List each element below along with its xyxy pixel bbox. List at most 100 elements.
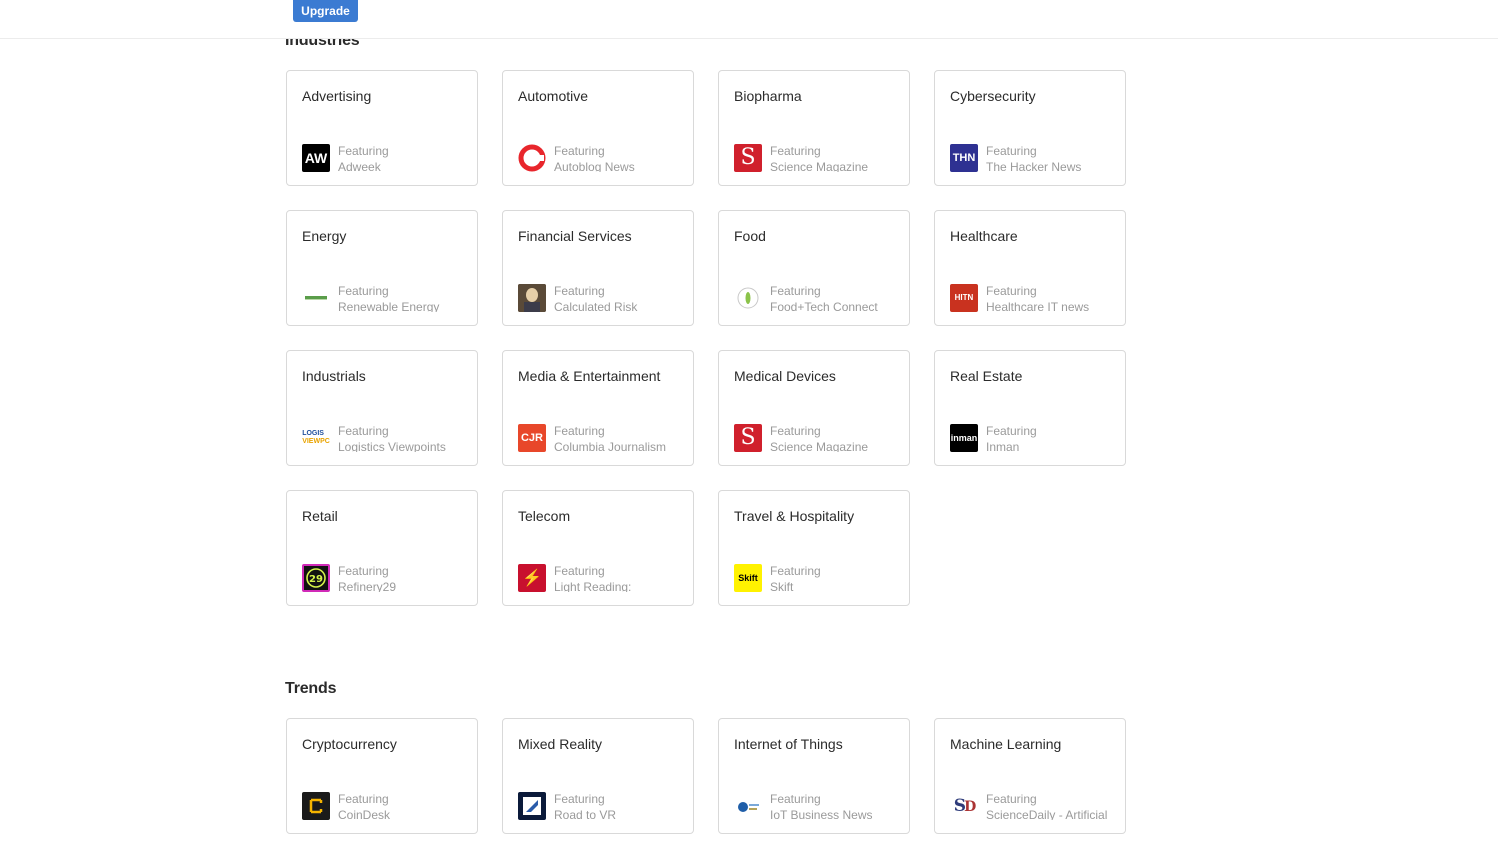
trends-section-title: Trends <box>285 680 337 697</box>
source-name: The Hacker News <box>986 160 1082 172</box>
category-card-travel-and-hospitality[interactable]: Travel & Hospitality Skift Featuring Skift <box>718 490 910 606</box>
featured-source: AW Featuring Adweek <box>302 143 478 172</box>
featured-source: Featuring Road to VR <box>518 791 694 820</box>
category-card-energy[interactable]: Energy Featuring Renewable Energy <box>286 210 478 326</box>
iot-business-news-logo-icon <box>734 791 762 820</box>
source-name: Logistics Viewpoints <box>338 440 446 452</box>
featuring-label: Featuring <box>338 284 389 298</box>
refinery29-logo-icon: 29 <box>302 563 330 592</box>
category-card-media-and-entertainment[interactable]: Media & Entertainment CJR Featuring Columbi… <box>502 350 694 466</box>
science-magazine-logo-icon: S <box>734 143 762 172</box>
category-card-telecom[interactable]: Telecom ⚡ Featuring Light Reading: <box>502 490 694 606</box>
source-name: IoT Business News <box>770 808 873 820</box>
category-card-food[interactable]: Food Featuring Food+Tech Connect <box>718 210 910 326</box>
category-card-cryptocurrency[interactable]: Cryptocurrency Featuring CoinDesk <box>286 718 478 834</box>
featured-source: Featuring CoinDesk <box>302 791 478 820</box>
inman-logo-icon: inman <box>950 423 978 452</box>
source-name: ScienceDaily - Artificial <box>986 808 1108 820</box>
source-name: Refinery29 <box>338 580 397 592</box>
featuring-label: Featuring <box>770 792 821 806</box>
card-title: Automotive <box>518 88 589 104</box>
card-title: Advertising <box>302 88 372 104</box>
source-name: Light Reading: <box>554 580 632 592</box>
card-title: Retail <box>302 508 338 524</box>
featuring-label: Featuring <box>338 144 389 158</box>
featuring-label: Featuring <box>770 424 821 438</box>
featuring-label: Featuring <box>770 284 821 298</box>
source-name: Healthcare IT news <box>986 300 1090 312</box>
category-card-internet-of-things[interactable]: Internet of Things Featuring IoT Business … <box>718 718 910 834</box>
featured-source: Skift Featuring Skift <box>734 563 910 592</box>
skift-logo-icon: Skift <box>734 563 762 592</box>
source-name: Science Magazine <box>770 160 869 172</box>
source-name: Skift <box>770 580 794 592</box>
autoblog-logo-icon <box>518 143 546 172</box>
featured-source: Featuring Calculated Risk <box>518 283 694 312</box>
featuring-label: Featuring <box>338 564 389 578</box>
calculated-risk-logo-icon <box>518 283 546 312</box>
featured-source: ⚡ Featuring Light Reading: <box>518 563 694 592</box>
featuring-label: Featuring <box>554 792 605 806</box>
category-card-industrials[interactable]: Industrials LOGIS VIEWPC Featuring Logistics… <box>286 350 478 466</box>
card-title: Medical Devices <box>734 368 836 384</box>
card-title: Internet of Things <box>734 736 843 752</box>
source-name: Adweek <box>338 160 381 172</box>
logistics-viewpoints-logo-icon: LOGIS VIEWPC <box>302 423 330 452</box>
card-title: Food <box>734 228 766 244</box>
source-name: Renewable Energy <box>338 300 440 312</box>
top-bar: Upgrade <box>0 0 1498 39</box>
source-name: Science Magazine <box>770 440 869 452</box>
source-name: Calculated Risk <box>554 300 638 312</box>
source-name: CoinDesk <box>338 808 391 820</box>
featuring-label: Featuring <box>554 284 605 298</box>
light-reading-logo-icon: ⚡ <box>518 563 546 592</box>
card-title: Mixed Reality <box>518 736 603 752</box>
category-card-medical-devices[interactable]: Medical Devices S Featuring Science Magazin… <box>718 350 910 466</box>
category-card-financial-services[interactable]: Financial Services Featuring Calculated Ri… <box>502 210 694 326</box>
card-title: Cybersecurity <box>950 88 1036 104</box>
category-card-mixed-reality[interactable]: Mixed Reality Featuring Road to VR <box>502 718 694 834</box>
featuring-label: Featuring <box>554 144 605 158</box>
card-title: Media & Entertainment <box>518 368 661 384</box>
card-title: Healthcare <box>950 228 1018 244</box>
featured-source: inman Featuring Inman <box>950 423 1126 452</box>
featured-source: 29 Featuring Refinery29 <box>302 563 478 592</box>
sciencedaily-logo-icon: SD <box>950 791 978 820</box>
coindesk-logo-icon <box>302 791 330 820</box>
upgrade-button[interactable]: Upgrade <box>293 0 358 22</box>
source-name: Autoblog News <box>554 160 635 172</box>
featured-source: Featuring Autoblog News <box>518 143 694 172</box>
food-tech-connect-logo-icon <box>734 283 762 312</box>
featuring-label: Featuring <box>986 284 1037 298</box>
source-name: Inman <box>986 440 1020 452</box>
featuring-label: Featuring <box>338 792 389 806</box>
category-card-biopharma[interactable]: Biopharma S Featuring Science Magazine <box>718 70 910 186</box>
card-title: Travel & Hospitality <box>734 508 855 524</box>
cjr-logo-icon: CJR <box>518 423 546 452</box>
card-title: Energy <box>302 228 347 244</box>
featuring-label: Featuring <box>986 792 1037 806</box>
healthcare-it-news-logo-icon: HITN <box>950 283 978 312</box>
category-card-retail[interactable]: Retail 29 Featuring Refinery29 <box>286 490 478 606</box>
road-to-vr-logo-icon <box>518 791 546 820</box>
featuring-label: Featuring <box>770 564 821 578</box>
trends-grid: Cryptocurrency Featuring CoinDesk Mixed Rea… <box>286 718 1126 834</box>
category-card-real-estate[interactable]: Real Estate inman Featuring Inman <box>934 350 1126 466</box>
category-card-healthcare[interactable]: Healthcare HITN Featuring Healthcare IT new… <box>934 210 1126 326</box>
category-card-automotive[interactable]: Automotive Featuring Autoblog News <box>502 70 694 186</box>
industries-grid: Advertising AW Featuring Adweek Automotive Fe… <box>286 70 1126 606</box>
source-name: Food+Tech Connect <box>770 300 878 312</box>
card-title: Financial Services <box>518 228 632 244</box>
card-title: Telecom <box>518 508 571 524</box>
card-title: Machine Learning <box>950 736 1062 752</box>
featured-source: CJR Featuring Columbia Journalism <box>518 423 694 452</box>
category-card-machine-learning[interactable]: Machine Learning SD Featuring ScienceDaily … <box>934 718 1126 834</box>
featuring-label: Featuring <box>986 424 1037 438</box>
hacker-news-logo-icon: THN <box>950 143 978 172</box>
featured-source: S Featuring Science Magazine <box>734 423 910 452</box>
featured-source: Featuring Food+Tech Connect <box>734 283 910 312</box>
adweek-logo-icon: AW <box>302 143 330 172</box>
category-card-advertising[interactable]: Advertising AW Featuring Adweek <box>286 70 478 186</box>
featured-source: SD Featuring ScienceDaily - Artificial <box>950 791 1126 820</box>
category-card-cybersecurity[interactable]: Cybersecurity THN Featuring The Hacker News <box>934 70 1126 186</box>
